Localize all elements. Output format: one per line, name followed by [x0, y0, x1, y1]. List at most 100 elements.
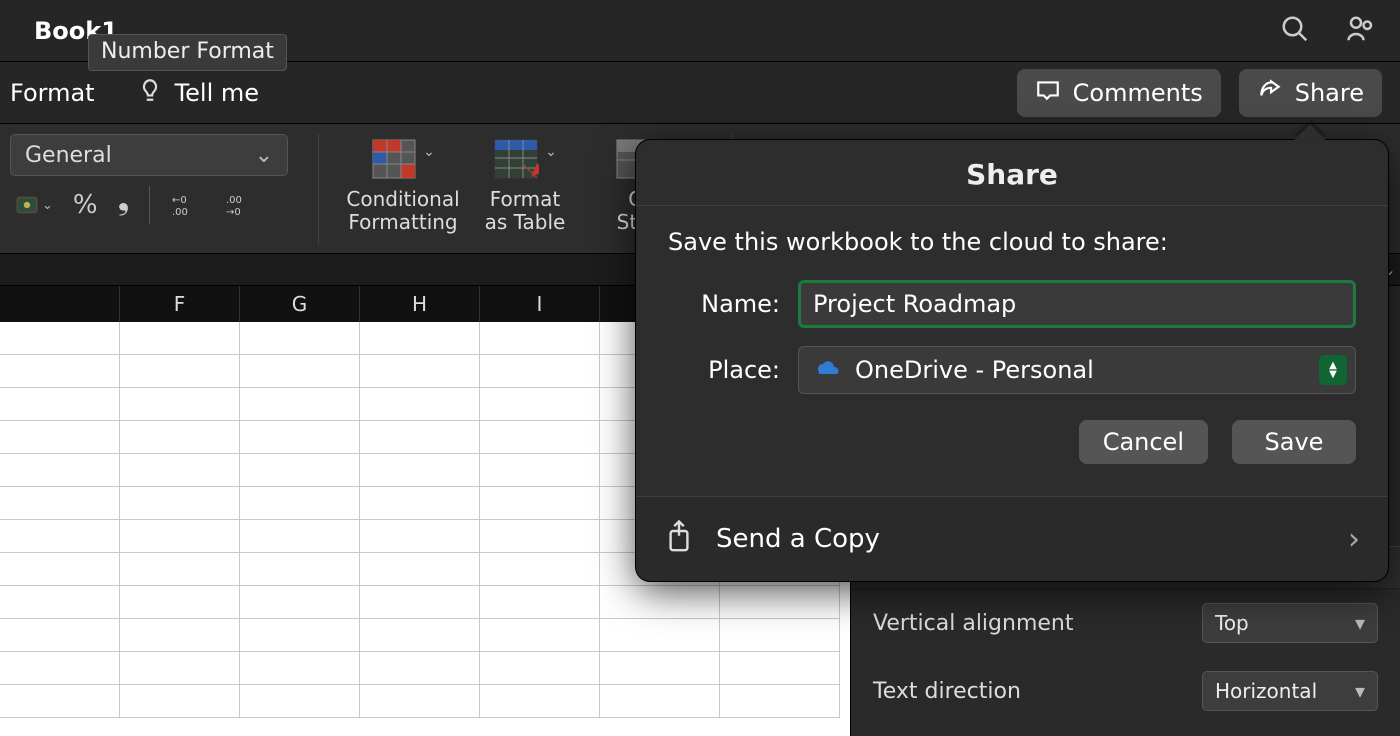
save-button[interactable]: Save [1232, 420, 1356, 464]
send-a-copy-row[interactable]: Send a Copy › [636, 496, 1388, 581]
cell[interactable] [480, 487, 600, 520]
cell[interactable] [360, 553, 480, 586]
cell[interactable] [0, 355, 120, 388]
cell[interactable] [480, 520, 600, 553]
cell[interactable] [120, 520, 240, 553]
cell[interactable] [480, 619, 600, 652]
increase-decimal-icon[interactable]: ←0.00 [170, 192, 204, 218]
cell[interactable] [0, 421, 120, 454]
cell[interactable] [240, 355, 360, 388]
cell[interactable] [360, 619, 480, 652]
coauthoring-icon[interactable] [1346, 14, 1376, 48]
column-header[interactable]: F [120, 286, 240, 322]
cancel-button[interactable]: Cancel [1079, 420, 1208, 464]
cell[interactable] [600, 685, 720, 718]
cell[interactable] [480, 685, 600, 718]
cell[interactable] [360, 520, 480, 553]
cell[interactable] [480, 322, 600, 355]
cell[interactable] [480, 586, 600, 619]
cell[interactable] [120, 487, 240, 520]
cell[interactable] [480, 454, 600, 487]
cell[interactable] [120, 355, 240, 388]
cell[interactable] [240, 388, 360, 421]
cell[interactable] [0, 553, 120, 586]
cell[interactable] [0, 619, 120, 652]
cell[interactable] [0, 652, 120, 685]
text-direction-value: Horizontal [1215, 679, 1317, 703]
cell[interactable] [240, 652, 360, 685]
name-input[interactable] [798, 280, 1356, 328]
cell[interactable] [120, 388, 240, 421]
menu-format[interactable]: Format [4, 73, 101, 113]
caption-line-1: Format [490, 187, 560, 211]
cell[interactable] [0, 586, 120, 619]
percent-format-icon[interactable]: % [73, 190, 98, 220]
cell[interactable] [720, 685, 840, 718]
cell[interactable] [360, 685, 480, 718]
decrease-decimal-icon[interactable]: .00→0 [224, 192, 258, 218]
cell[interactable] [0, 322, 120, 355]
cell[interactable] [720, 652, 840, 685]
cell[interactable] [600, 586, 720, 619]
cell[interactable] [0, 487, 120, 520]
cell[interactable] [360, 421, 480, 454]
cell[interactable] [120, 586, 240, 619]
cell[interactable] [480, 355, 600, 388]
cell[interactable] [360, 388, 480, 421]
cell[interactable] [0, 520, 120, 553]
cell[interactable] [240, 520, 360, 553]
cell[interactable] [480, 553, 600, 586]
cell[interactable] [240, 685, 360, 718]
cell[interactable] [120, 553, 240, 586]
cell[interactable] [120, 619, 240, 652]
cell[interactable] [360, 586, 480, 619]
cell[interactable] [0, 454, 120, 487]
cell[interactable] [120, 322, 240, 355]
cell[interactable] [480, 421, 600, 454]
text-direction-select[interactable]: Horizontal ▾ [1202, 671, 1378, 711]
column-header[interactable]: G [240, 286, 360, 322]
text-direction-label: Text direction [873, 679, 1021, 704]
column-header[interactable]: I [480, 286, 600, 322]
comments-button[interactable]: Comments [1017, 69, 1221, 117]
format-as-table-button[interactable]: ⌄ Formatas Table [471, 138, 579, 234]
cell[interactable] [240, 586, 360, 619]
place-stepper-icon[interactable]: ▲▼ [1319, 355, 1347, 385]
cell[interactable] [120, 652, 240, 685]
search-icon[interactable] [1280, 14, 1310, 48]
vertical-alignment-select[interactable]: Top ▾ [1202, 603, 1378, 643]
cell[interactable] [360, 487, 480, 520]
cell[interactable] [240, 322, 360, 355]
cell[interactable] [120, 454, 240, 487]
cell[interactable] [480, 652, 600, 685]
cell[interactable] [0, 685, 120, 718]
conditional-formatting-button[interactable]: ⌄ ConditionalFormatting [349, 138, 457, 234]
column-header[interactable] [0, 286, 120, 322]
cell[interactable] [120, 421, 240, 454]
cell[interactable] [720, 619, 840, 652]
cell[interactable] [360, 454, 480, 487]
cell[interactable] [360, 355, 480, 388]
cell[interactable] [360, 652, 480, 685]
cell[interactable] [240, 421, 360, 454]
cell[interactable] [360, 322, 480, 355]
comma-format-icon[interactable]: ❟ [118, 182, 130, 217]
cell[interactable] [480, 388, 600, 421]
cell[interactable] [240, 619, 360, 652]
cell[interactable] [720, 586, 840, 619]
number-format-dropdown[interactable]: General ⌄ [10, 134, 288, 176]
cell[interactable] [240, 454, 360, 487]
accounting-format-icon[interactable]: ⌄ [14, 192, 53, 218]
share-button[interactable]: Share [1239, 69, 1382, 117]
menu-tell-me[interactable]: Tell me [131, 71, 265, 115]
share-popover-title: Share [636, 140, 1388, 206]
place-select[interactable]: OneDrive - Personal ▲▼ [798, 346, 1356, 394]
number-format-value: General [25, 143, 112, 168]
cell[interactable] [120, 685, 240, 718]
cell[interactable] [0, 388, 120, 421]
column-header[interactable]: H [360, 286, 480, 322]
cell[interactable] [600, 619, 720, 652]
cell[interactable] [600, 652, 720, 685]
cell[interactable] [240, 553, 360, 586]
cell[interactable] [240, 487, 360, 520]
